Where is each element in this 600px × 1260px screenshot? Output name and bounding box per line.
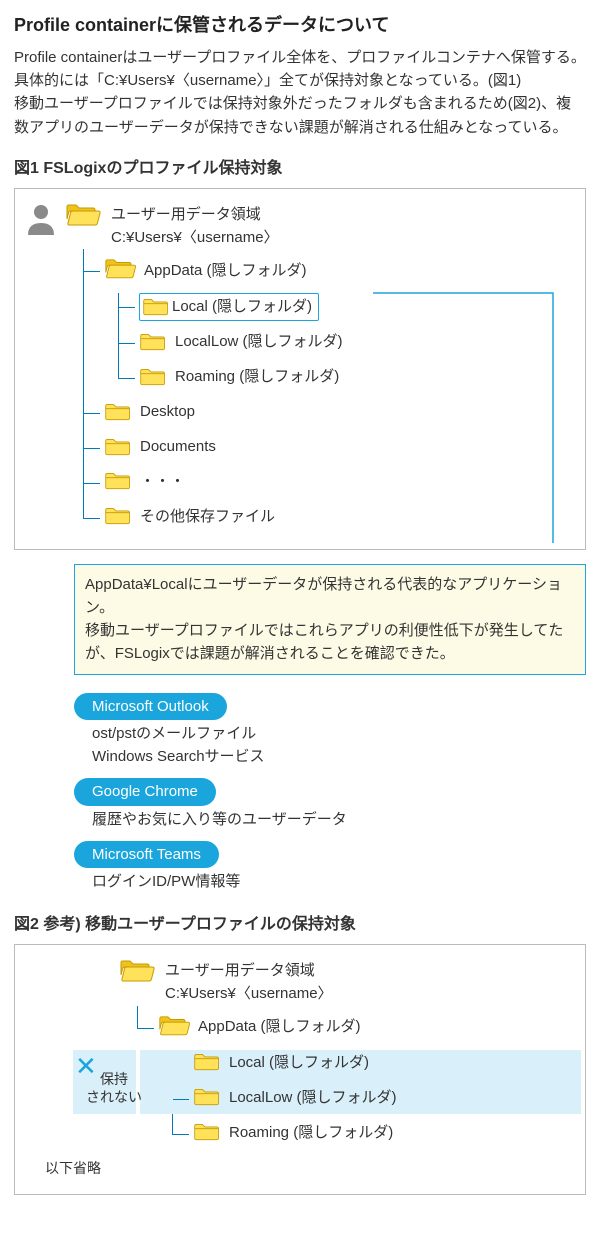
root-label-line2: C:¥Users¥〈username〉 [111, 226, 279, 249]
folder-closed-icon [142, 296, 172, 318]
folder-closed-icon [104, 470, 134, 492]
appdata-label: AppData (隠しフォルダ) [144, 259, 307, 282]
app-desc-chrome: 履歴やお気に入り等のユーザーデータ [92, 808, 586, 831]
folder-open-icon [119, 959, 157, 985]
folder-closed-icon [193, 1121, 223, 1143]
fig1-heading: 図1 FSLogixのプロファイル保持対象 [14, 157, 586, 182]
folder-closed-icon [193, 1086, 223, 1108]
app-pill-teams: Microsoft Teams [74, 841, 219, 868]
other-label: その他保存ファイル [140, 505, 275, 528]
fig2-diagram: ユーザー用データ領域 C:¥Users¥〈username〉 AppData (… [14, 944, 586, 1195]
app-pill-chrome: Google Chrome [74, 778, 216, 805]
callout-text: AppData¥Localにユーザーデータが保持される代表的なアプリケーション。… [85, 573, 575, 666]
locallow-label: LocalLow (隠しフォルダ) [175, 330, 343, 353]
folder-closed-icon [193, 1051, 223, 1073]
fig2-root-label-line1: ユーザー用データ領域 [165, 959, 333, 982]
user-icon [25, 203, 59, 239]
fig2-heading: 図2 参考) 移動ユーザープロファイルの保持対象 [14, 913, 586, 938]
documents-label: Documents [140, 435, 216, 458]
app-desc-outlook: ost/pstのメールファイル Windows Searchサービス [92, 722, 586, 769]
app-pill-outlook: Microsoft Outlook [74, 693, 227, 720]
fig2-omit-label: 以下省略 [45, 1158, 575, 1180]
connector-line [373, 293, 563, 553]
intro-paragraph: Profile containerはユーザープロファイル全体を、プロファイルコン… [14, 46, 586, 139]
folder-open-icon [65, 203, 103, 229]
folder-closed-icon [139, 366, 169, 388]
root-label-line1: ユーザー用データ領域 [111, 203, 279, 226]
folder-closed-icon [104, 436, 134, 458]
folder-closed-icon [104, 401, 134, 423]
app-desc-teams: ログインID/PW情報等 [92, 870, 586, 893]
local-highlight: Local (隠しフォルダ) [139, 293, 319, 320]
folder-open-icon [158, 1015, 192, 1039]
folder-open-icon [104, 258, 138, 282]
page-title: Profile containerに保管されるデータについて [14, 12, 586, 40]
fig2-root-label-line2: C:¥Users¥〈username〉 [165, 982, 333, 1005]
desktop-label: Desktop [140, 400, 195, 423]
local-label: Local (隠しフォルダ) [172, 295, 312, 318]
folder-closed-icon [139, 331, 169, 353]
fig2-locallow-label: LocalLow (隠しフォルダ) [229, 1086, 397, 1109]
fig1-diagram: ユーザー用データ領域 C:¥Users¥〈username〉 AppData (… [14, 188, 586, 550]
apps-list: Microsoft Outlook ost/pstのメールファイル Window… [74, 689, 586, 894]
not-kept-label: 保持 されない [79, 1070, 149, 1106]
callout-box: AppData¥Localにユーザーデータが保持される代表的なアプリケーション。… [74, 564, 586, 675]
folder-closed-icon [104, 505, 134, 527]
fig2-roaming-label: Roaming (隠しフォルダ) [229, 1121, 393, 1144]
fig2-appdata-label: AppData (隠しフォルダ) [198, 1015, 361, 1038]
ellipsis-label: ・・・ [140, 470, 185, 493]
roaming-label: Roaming (隠しフォルダ) [175, 365, 339, 388]
fig2-local-label: Local (隠しフォルダ) [229, 1051, 369, 1074]
